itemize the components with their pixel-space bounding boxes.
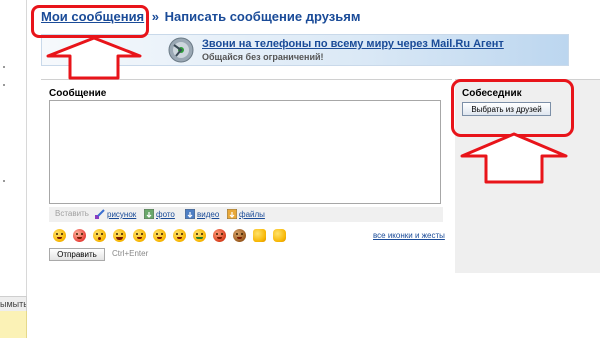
crying-smiley-icon[interactable] bbox=[73, 229, 86, 242]
attach-video-link[interactable]: видео bbox=[197, 210, 219, 219]
brown-face-icon[interactable] bbox=[233, 229, 246, 242]
attach-files-link[interactable]: файлы bbox=[239, 210, 265, 219]
sidebar-bullet bbox=[3, 84, 5, 86]
victory-hand-icon[interactable] bbox=[253, 229, 266, 242]
smiley-icon[interactable] bbox=[53, 229, 66, 242]
money-smiley-icon[interactable] bbox=[153, 229, 166, 242]
sidebar-yellow-panel bbox=[0, 311, 27, 338]
sleepy-smiley-icon[interactable] bbox=[133, 229, 146, 242]
breadcrumb-separator: » bbox=[151, 9, 160, 24]
write-message-link[interactable]: Написать сообщение друзьям bbox=[165, 9, 361, 24]
attach-toolbar: Вставить рисунок фото видео файлы bbox=[49, 207, 443, 222]
file-icon bbox=[227, 209, 237, 219]
message-title: Сообщение bbox=[49, 88, 107, 99]
message-textarea[interactable] bbox=[49, 100, 441, 204]
annotation-up-arrow-icon bbox=[46, 36, 142, 80]
send-button[interactable]: Отправить bbox=[49, 248, 105, 261]
agent-banner-subtitle: Общайся без ограничений! bbox=[202, 52, 324, 62]
video-icon bbox=[185, 209, 195, 219]
sidebar-tab[interactable]: ымыть bbox=[0, 296, 27, 312]
hug-smiley-icon[interactable] bbox=[173, 229, 186, 242]
all-icons-link[interactable]: все иконки и жесты bbox=[373, 231, 445, 240]
drawing-icon bbox=[95, 209, 105, 219]
left-sidebar: ымыть bbox=[0, 0, 27, 338]
attach-photo-link[interactable]: фото bbox=[156, 210, 175, 219]
silent-smiley-icon[interactable] bbox=[193, 229, 206, 242]
ok-hand-icon[interactable] bbox=[273, 229, 286, 242]
attach-video[interactable]: видео bbox=[185, 209, 219, 219]
attach-photo[interactable]: фото bbox=[144, 209, 175, 219]
devil-smiley-icon[interactable] bbox=[213, 229, 226, 242]
compose-panel: Сообщение Вставить рисунок фото видео фа… bbox=[41, 79, 452, 273]
sidebar-bullet bbox=[3, 180, 5, 182]
agent-banner-link[interactable]: Звони на телефоны по всему миру через Ma… bbox=[202, 38, 504, 50]
laughing-smiley-icon[interactable] bbox=[113, 229, 126, 242]
annotation-highlight-my-messages bbox=[31, 5, 149, 38]
send-hotkey-hint: Ctrl+Enter bbox=[112, 249, 149, 258]
attach-drawing[interactable]: рисунок bbox=[95, 209, 136, 219]
sidebar-bullet bbox=[3, 66, 5, 68]
mail-agent-disc-icon bbox=[168, 37, 194, 63]
annotation-up-arrow-icon bbox=[460, 132, 568, 184]
attach-drawing-link[interactable]: рисунок bbox=[107, 210, 136, 219]
surprised-smiley-icon[interactable] bbox=[93, 229, 106, 242]
photo-icon bbox=[144, 209, 154, 219]
insert-label: Вставить bbox=[55, 209, 89, 218]
annotation-highlight-recipient bbox=[451, 79, 574, 137]
attach-files[interactable]: файлы bbox=[227, 209, 265, 219]
